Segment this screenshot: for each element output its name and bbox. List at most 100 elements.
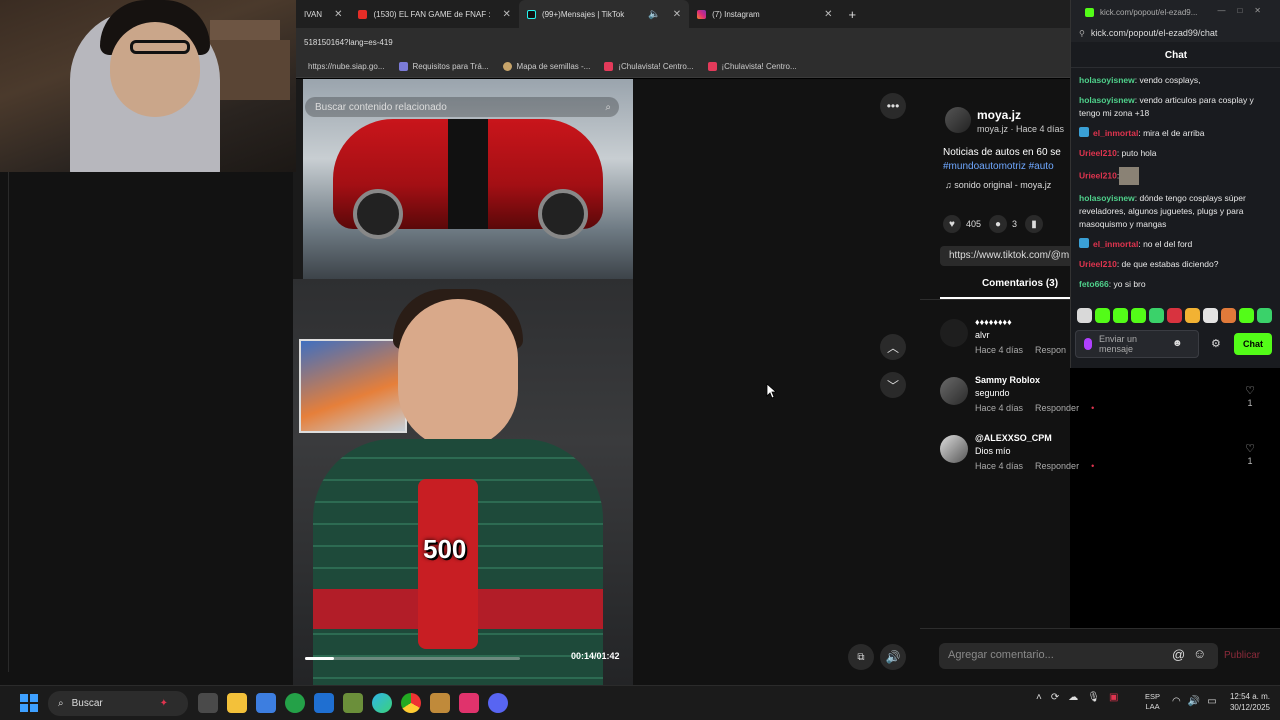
picture-in-picture-button[interactable]: ⧉: [848, 644, 874, 670]
chrome-icon[interactable]: [401, 693, 421, 713]
emote-icon[interactable]: [1185, 308, 1200, 323]
chat-username[interactable]: Urieel210: [1079, 170, 1117, 180]
taskbar-search[interactable]: ⌕ Buscar ✦: [48, 691, 188, 716]
emoji-icon[interactable]: ☻: [1172, 339, 1183, 349]
comment-like-button[interactable]: ♡ 1: [1240, 443, 1260, 467]
publish-button[interactable]: Publicar: [1224, 650, 1260, 661]
file-explorer-icon[interactable]: [227, 693, 247, 713]
chevron-up-icon[interactable]: ˄: [1036, 692, 1042, 703]
chat-username[interactable]: feto666: [1079, 279, 1109, 289]
avatar[interactable]: [940, 319, 968, 347]
comment-author[interactable]: Sammy Roblox: [975, 375, 1040, 385]
emote-icon[interactable]: [1239, 308, 1254, 323]
tab-instagram[interactable]: (7) Instagram ✕: [689, 0, 840, 28]
search-placeholder: Buscar contenido relacionado: [315, 101, 447, 113]
app-icon[interactable]: [314, 693, 334, 713]
address-bar[interactable]: 518150164?lang=es-419: [296, 28, 1070, 56]
chat-username[interactable]: el_inmortal: [1093, 239, 1138, 249]
volume-button[interactable]: 🔊: [880, 644, 906, 670]
mention-icon[interactable]: @: [1172, 647, 1185, 662]
minecraft-icon[interactable]: [343, 693, 363, 713]
close-icon[interactable]: ✕: [503, 9, 511, 20]
close-icon[interactable]: ✕: [673, 9, 681, 20]
chat-username[interactable]: holasoyisnew: [1079, 193, 1135, 203]
bookmark-item[interactable]: https://nube.siap.go...: [308, 62, 385, 71]
chat-message-input[interactable]: Enviar un mensaje ☻: [1075, 330, 1199, 358]
comment-author[interactable]: ♦♦♦♦♦♦♦♦: [975, 317, 1012, 327]
discord-icon[interactable]: [488, 693, 508, 713]
reply-link[interactable]: Responder: [1035, 461, 1079, 471]
emote-icon[interactable]: [1113, 308, 1128, 323]
emote-icon[interactable]: [1077, 308, 1092, 323]
more-options-button[interactable]: •••: [880, 93, 906, 119]
system-icons[interactable]: ◠ 🔊 ▭: [1172, 696, 1217, 707]
chat-username[interactable]: el_inmortal: [1093, 128, 1138, 138]
sync-icon[interactable]: ⟳: [1051, 692, 1059, 703]
microphone-icon[interactable]: [1084, 338, 1092, 350]
edge-icon[interactable]: [372, 693, 392, 713]
search-icon[interactable]: ⌕: [605, 102, 611, 113]
bookmark-item[interactable]: Requisitos para Trá...: [398, 62, 489, 71]
emote-icon[interactable]: [1257, 308, 1272, 323]
emote-icon[interactable]: [1203, 308, 1218, 323]
sound-link[interactable]: ♫ sonido original - moya.jz: [945, 180, 1051, 190]
tab-youtube[interactable]: (1530) EL FAN GAME de FNAF : ✕: [350, 0, 518, 28]
gear-icon[interactable]: ⚙: [1211, 337, 1221, 350]
hashtags[interactable]: #mundoautomotriz #auto: [943, 160, 1061, 174]
tiktok-icon[interactable]: [459, 693, 479, 713]
reply-link[interactable]: Respon: [1035, 345, 1066, 355]
tab-ivan[interactable]: IVAN ✕: [296, 0, 350, 28]
task-view-icon[interactable]: [198, 693, 218, 713]
video-search-bar[interactable]: Buscar contenido relacionado ⌕: [305, 97, 619, 117]
store-icon[interactable]: [256, 693, 276, 713]
network-alert-icon[interactable]: ▣: [1109, 692, 1118, 703]
chat-username[interactable]: holasoyisnew: [1079, 75, 1135, 85]
emote-icon[interactable]: [1131, 308, 1146, 323]
comment-author[interactable]: @ALEXXSO_CPM: [975, 433, 1052, 443]
author-name[interactable]: moya.jz: [977, 108, 1021, 122]
xbox-icon[interactable]: [285, 693, 305, 713]
comment-like-button[interactable]: ♡ 1: [1240, 385, 1260, 409]
bookmark-item[interactable]: Mapa de semillas -...: [502, 62, 590, 71]
microphone-icon[interactable]: 🎙: [1087, 692, 1100, 703]
speaker-icon[interactable]: 🔈: [648, 9, 660, 20]
avatar[interactable]: [940, 377, 968, 405]
emoji-icon[interactable]: ☺: [1193, 646, 1206, 661]
close-icon[interactable]: ✕: [334, 9, 342, 20]
tab-tiktok[interactable]: (99+)Mensajes | TikTok 🔈 ✕: [518, 0, 690, 28]
language-indicator[interactable]: ESP LAA: [1145, 692, 1160, 712]
chat-username[interactable]: holasoyisnew: [1079, 95, 1135, 105]
cloud-icon[interactable]: ☁: [1068, 692, 1078, 703]
chat-username[interactable]: Urieel210: [1079, 148, 1117, 158]
avatar[interactable]: [940, 435, 968, 463]
app-icon[interactable]: [430, 693, 450, 713]
new-tab-button[interactable]: +: [841, 0, 865, 28]
close-icon[interactable]: ✕: [824, 9, 832, 20]
copy-link-field[interactable]: https://www.tiktok.com/@m: [940, 246, 1090, 266]
bookmark-item[interactable]: ¡Chulavista! Centro...: [604, 62, 694, 71]
previous-video-button[interactable]: ︿: [880, 334, 906, 360]
bookmark-button[interactable]: ▮: [1025, 215, 1044, 233]
wifi-icon: ◠: [1172, 696, 1181, 707]
clock[interactable]: 12:54 a. m. 30/12/2025: [1222, 691, 1270, 713]
bookmark-item[interactable]: ¡Chulavista! Centro...: [707, 62, 797, 71]
emote-icon[interactable]: [1149, 308, 1164, 323]
send-chat-button[interactable]: Chat: [1234, 333, 1272, 355]
reply-link[interactable]: Responder: [1035, 403, 1079, 413]
emote-icon[interactable]: [1095, 308, 1110, 323]
comment-button[interactable]: ● 3: [989, 215, 1017, 233]
video-progress-bar[interactable]: [305, 657, 520, 660]
windows-start-icon[interactable]: [20, 694, 38, 712]
video-player[interactable]: Buscar contenido relacionado ⌕ 500 00:14…: [293, 79, 633, 685]
emote-icon[interactable]: [1167, 308, 1182, 323]
site-settings-icon[interactable]: ⚲: [1079, 29, 1085, 38]
tab-label: (1530) EL FAN GAME de FNAF :: [373, 9, 491, 19]
chat-username[interactable]: Urieel210: [1079, 259, 1117, 269]
chat-image[interactable]: [1119, 167, 1140, 185]
window-controls[interactable]: —□✕: [1217, 6, 1273, 15]
emote-bar[interactable]: [1077, 308, 1277, 323]
emote-icon[interactable]: [1221, 308, 1236, 323]
like-button[interactable]: ♥ 405: [943, 215, 981, 233]
next-video-button[interactable]: ﹀: [880, 372, 906, 398]
author-avatar[interactable]: [945, 107, 971, 133]
